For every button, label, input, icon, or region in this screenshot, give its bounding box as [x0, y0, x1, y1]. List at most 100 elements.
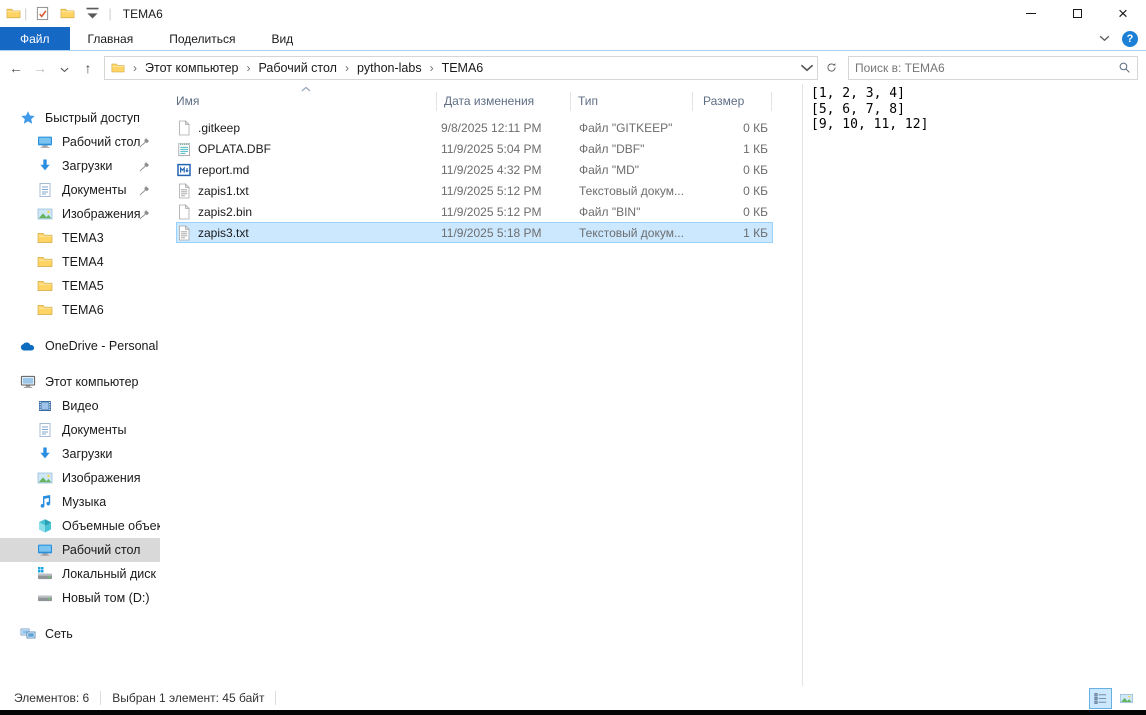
sidebar-item-label: TEMA6	[62, 303, 104, 317]
qat-new-folder-button[interactable]	[55, 0, 80, 27]
file-modified: 11/9/2025 5:12 PM	[437, 205, 571, 219]
file-name-cell: zapis2.bin	[176, 204, 437, 220]
minimize-button[interactable]	[1008, 0, 1054, 27]
file-modified: 11/9/2025 5:18 PM	[437, 226, 571, 240]
breadcrumb-segment[interactable]: Этот компьютер	[145, 61, 238, 75]
address-bar[interactable]: ›Этот компьютер›Рабочий стол›python-labs…	[104, 56, 818, 80]
file-name-cell: .gitkeep	[176, 120, 437, 136]
tab-file[interactable]: Файл	[0, 27, 70, 50]
sidebar-item-label: Загрузки	[62, 159, 112, 173]
sidebar-item-tema3[interactable]: TEMA3	[0, 226, 160, 250]
tab-share[interactable]: Поделиться	[151, 27, 253, 50]
sidebar-item-disk-d[interactable]: Новый том (D:)	[0, 586, 160, 610]
thumbnails-view-button[interactable]	[1115, 688, 1138, 709]
music-icon	[37, 494, 53, 510]
file-modified: 9/8/2025 12:11 PM	[437, 121, 571, 135]
tab-home[interactable]: Главная	[70, 27, 152, 50]
chevron-down-icon	[1099, 35, 1110, 42]
column-header-name[interactable]: Имя	[160, 92, 437, 111]
column-header-type[interactable]: Тип	[571, 92, 693, 111]
column-header-size[interactable]: Размер	[693, 92, 772, 111]
sidebar-item-music[interactable]: Музыка	[0, 490, 160, 514]
main-area: Быстрый доступРабочий столЗагрузкиДокуме…	[0, 84, 1146, 686]
new-folder-icon	[60, 6, 75, 21]
up-button[interactable]: ↑	[76, 60, 100, 76]
minimize-icon	[1026, 13, 1036, 14]
sidebar-item-objects3d[interactable]: Объемные объекты	[0, 514, 160, 538]
sidebar-item-label: Рабочий стол	[62, 543, 140, 557]
sidebar-item-this-pc[interactable]: Этот компьютер	[0, 370, 160, 394]
ribbon-collapse-button[interactable]	[1099, 35, 1110, 42]
refresh-button[interactable]	[821, 62, 841, 73]
sidebar-item-qa-pictures[interactable]: Изображения	[0, 202, 160, 226]
sidebar-item-network[interactable]: Сеть	[0, 622, 160, 646]
file-size: 1 КБ	[693, 226, 772, 240]
file-name: zapis2.bin	[198, 205, 252, 219]
sidebar-item-label: Объемные объекты	[62, 519, 160, 533]
address-dropdown-button[interactable]	[797, 61, 817, 75]
sidebar-item-label: Быстрый доступ	[45, 111, 140, 125]
app-folder-icon[interactable]	[6, 6, 21, 21]
breadcrumb-separator-icon: ›	[422, 61, 442, 75]
sidebar-item-label: Новый том (D:)	[62, 591, 150, 605]
sidebar-item-disk-c[interactable]: Локальный диск (C:)	[0, 562, 160, 586]
file-type: Файл "DBF"	[571, 142, 693, 156]
file-type: Файл "BIN"	[571, 205, 693, 219]
console-line: [5, 6, 7, 8]	[811, 102, 1146, 118]
help-button[interactable]: ?	[1122, 31, 1138, 47]
sidebar-item-onedrive[interactable]: OneDrive - Personal	[0, 334, 160, 358]
fileblank-icon	[176, 204, 192, 220]
sidebar-item-tema6[interactable]: TEMA6	[0, 298, 160, 322]
close-button[interactable]: ×	[1100, 0, 1146, 27]
sidebar-item-desktop[interactable]: Рабочий стол	[0, 538, 160, 562]
sidebar-item-label: TEMA3	[62, 231, 104, 245]
breadcrumb-segment[interactable]: python-labs	[357, 61, 422, 75]
qat-properties-button[interactable]	[30, 0, 55, 27]
search-input[interactable]	[855, 61, 1118, 75]
qat-customize-button[interactable]	[80, 0, 105, 27]
details-view-button[interactable]	[1089, 688, 1112, 709]
file-row-report-md[interactable]: report.md11/9/2025 4:32 PMФайл "MD"0 КБ	[176, 159, 773, 180]
console-output: [1, 2, 3, 4][5, 6, 7, 8][9, 10, 11, 12]	[811, 86, 1146, 133]
breadcrumb-segment[interactable]: Рабочий стол	[258, 61, 336, 75]
status-divider	[275, 691, 276, 705]
sidebar-item-documents[interactable]: Документы	[0, 418, 160, 442]
chevron-down-icon	[800, 61, 814, 75]
refresh-icon	[826, 62, 837, 73]
file-row-zapis3-txt[interactable]: zapis3.txt11/9/2025 5:18 PMТекстовый док…	[176, 222, 773, 243]
file-row-zapis2-bin[interactable]: zapis2.bin11/9/2025 5:12 PMФайл "BIN"0 К…	[176, 201, 773, 222]
sidebar-item-quick-access[interactable]: Быстрый доступ	[0, 106, 160, 130]
back-button[interactable]: ←	[4, 60, 28, 76]
sidebar-item-label: Сеть	[45, 627, 73, 641]
file-name: OPLATA.DBF	[198, 142, 271, 156]
sidebar-item-qa-downloads[interactable]: Загрузки	[0, 154, 160, 178]
pictures-icon	[37, 206, 53, 222]
cube-icon	[37, 518, 53, 534]
recent-locations-button[interactable]	[52, 60, 76, 76]
file-row-gitkeep[interactable]: .gitkeep9/8/2025 12:11 PMФайл "GITKEEP"0…	[176, 117, 773, 138]
sidebar-item-video[interactable]: Видео	[0, 394, 160, 418]
file-row-oplata-dbf[interactable]: OPLATA.DBF11/9/2025 5:04 PMФайл "DBF"1 К…	[176, 138, 773, 159]
sidebar-item-qa-desktop[interactable]: Рабочий стол	[0, 130, 160, 154]
sidebar-item-tema5[interactable]: TEMA5	[0, 274, 160, 298]
file-name: .gitkeep	[198, 121, 240, 135]
sidebar-item-tema4[interactable]: TEMA4	[0, 250, 160, 274]
file-row-zapis1-txt[interactable]: zapis1.txt11/9/2025 5:12 PMТекстовый док…	[176, 180, 773, 201]
sidebar-item-downloads[interactable]: Загрузки	[0, 442, 160, 466]
background-console-area: [1, 2, 3, 4][5, 6, 7, 8][9, 10, 11, 12]	[803, 84, 1146, 686]
maximize-button[interactable]	[1054, 0, 1100, 27]
breadcrumb: ›Этот компьютер›Рабочий стол›python-labs…	[125, 61, 483, 75]
column-header-modified[interactable]: Дата изменения	[437, 92, 571, 111]
sidebar-item-qa-documents[interactable]: Документы	[0, 178, 160, 202]
sidebar-item-pictures[interactable]: Изображения	[0, 466, 160, 490]
pin-icon	[139, 161, 150, 172]
sidebar-item-label: Музыка	[62, 495, 106, 509]
folder-icon	[37, 302, 53, 318]
sidebar-item-label: Документы	[62, 183, 126, 197]
file-size: 0 КБ	[693, 121, 772, 135]
tab-view[interactable]: Вид	[253, 27, 311, 50]
console-line: [9, 10, 11, 12]	[811, 117, 1146, 133]
sidebar-item-label: TEMA4	[62, 255, 104, 269]
breadcrumb-segment[interactable]: TEMA6	[442, 61, 484, 75]
forward-button[interactable]: →	[28, 60, 52, 76]
